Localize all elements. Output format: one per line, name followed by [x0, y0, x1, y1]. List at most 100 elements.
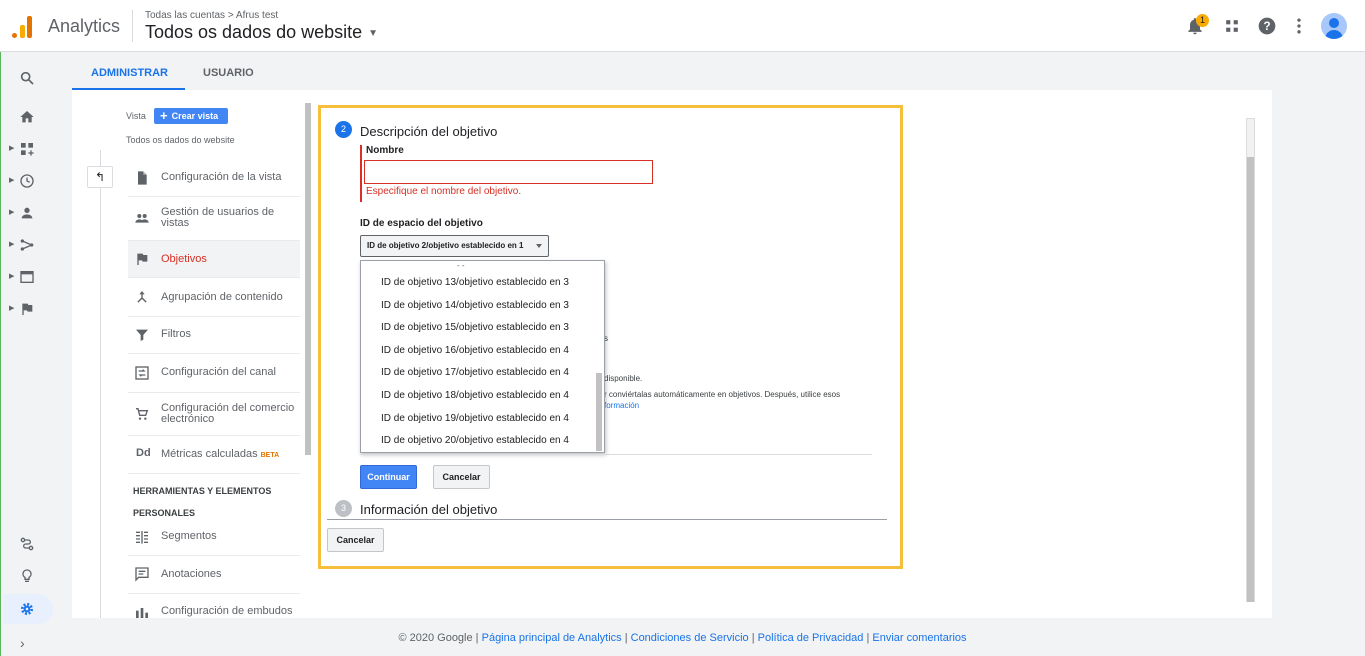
expand-arrow-icon[interactable]: ▶	[9, 272, 14, 280]
footer-link-terms[interactable]: Condiciones de Servicio	[631, 632, 749, 644]
goal-slot-select[interactable]: ID de objetivo 2/objetivo establecido en…	[360, 235, 549, 257]
footer-separator: |	[472, 632, 482, 644]
background-text: r conviértalas automáticamente en objeti…	[604, 390, 841, 399]
breadcrumb[interactable]: Todas las cuentas > Afrus test	[145, 10, 278, 21]
back-button[interactable]: ↰	[87, 166, 113, 188]
footer-link-feedback[interactable]: Enviar comentarios	[872, 632, 966, 644]
goal-slot-dropdown-list[interactable]: - - ID de objetivo 13/objetivo estableci…	[360, 260, 605, 453]
error-indicator-bar	[360, 145, 362, 202]
tools-section-header-2: PERSONALES	[133, 508, 196, 518]
dropdown-option[interactable]: ID de objetivo 17/objetivo establecido e…	[381, 367, 569, 378]
menu-item-channel-settings[interactable]: Configuración del canal	[128, 354, 300, 393]
realtime-icon[interactable]	[19, 173, 35, 189]
left-scrollbar[interactable]	[305, 103, 311, 455]
goal-slot-selected-value: ID de objetivo 2/objetivo establecido en…	[367, 241, 524, 250]
cancel-button[interactable]: Cancelar	[327, 528, 384, 552]
copyright: © 2020 Google	[398, 632, 473, 644]
acquisition-icon[interactable]	[19, 237, 35, 253]
expand-arrow-icon[interactable]: ▶	[9, 176, 14, 184]
expand-arrow-icon[interactable]: ▶	[9, 240, 14, 248]
menu-item-segments[interactable]: Segmentos	[128, 518, 300, 556]
dropdown-option[interactable]: ID de objetivo 19/objetivo establecido e…	[381, 413, 569, 424]
step-2-indicator: 2	[335, 121, 352, 138]
step-2-title: Descripción del objetivo	[360, 124, 498, 139]
continue-button[interactable]: Continuar	[360, 465, 417, 489]
apps-icon[interactable]	[1222, 16, 1242, 36]
customization-icon[interactable]	[19, 141, 35, 157]
menu-item-calculated-metrics[interactable]: Dd Métricas calculadas BETA	[128, 436, 300, 474]
dropdown-option[interactable]: ID de objetivo 20/objetivo establecido e…	[381, 435, 569, 446]
tools-section-header: HERRAMIENTAS Y ELEMENTOS	[133, 486, 272, 496]
menu-item-label: Agrupación de contenido	[161, 291, 283, 303]
background-text: disponible.	[604, 374, 643, 383]
goal-slot-label: ID de espacio del objetivo	[360, 218, 483, 229]
funnel-chart-icon	[136, 608, 148, 618]
dropdown-option[interactable]: ID de objetivo 13/objetivo establecido e…	[381, 277, 569, 288]
beta-badge: BETA	[260, 452, 280, 459]
divider	[360, 454, 872, 455]
menu-item-user-management[interactable]: Gestión de usuarios de vistas	[128, 197, 300, 241]
behavior-icon[interactable]	[19, 269, 35, 285]
view-name: Todos os dados do website	[126, 135, 235, 145]
caret-down-icon: ▼	[368, 27, 379, 39]
chevron-right-icon: >	[227, 10, 234, 21]
admin-tabs: ADMINISTRAR USUARIO	[72, 52, 1272, 90]
search-icon[interactable]	[19, 70, 35, 86]
cancel-step-button[interactable]: Cancelar	[433, 465, 490, 489]
tab-administrar[interactable]: ADMINISTRAR	[91, 67, 168, 79]
dropdown-option[interactable]: ID de objetivo 16/objetivo establecido e…	[381, 345, 569, 356]
users-icon	[135, 214, 149, 223]
breadcrumb-account[interactable]: Todas las cuentas	[145, 10, 225, 21]
menu-item-funnel-settings[interactable]: Configuración de embudos	[128, 594, 300, 618]
expand-arrow-icon[interactable]: ▶	[9, 144, 14, 152]
expand-arrow-icon[interactable]: ▶	[9, 304, 14, 312]
menu-item-filters[interactable]: Filtros	[128, 317, 300, 354]
audience-icon[interactable]	[19, 205, 35, 221]
admin-gear-icon[interactable]	[19, 601, 35, 617]
divider	[132, 10, 133, 42]
partial-option: - -	[457, 261, 465, 270]
footer: © 2020 Google | Página principal de Anal…	[0, 632, 1365, 644]
menu-item-annotations[interactable]: Anotaciones	[128, 556, 300, 594]
menu-item-content-grouping[interactable]: Agrupación de contenido	[128, 278, 300, 317]
menu-item-goals[interactable]: Objetivos	[128, 241, 300, 278]
menu-item-view-settings[interactable]: Configuración de la vista	[128, 160, 300, 197]
attribution-icon[interactable]	[19, 536, 35, 552]
menu-item-label: Configuración de la vista	[161, 171, 282, 183]
flag-icon	[137, 253, 148, 265]
annotation-icon	[135, 567, 149, 582]
more-info-link[interactable]: formación	[604, 401, 639, 410]
dropdown-option[interactable]: ID de objetivo 18/objetivo establecido e…	[381, 390, 569, 401]
create-view-button[interactable]: + Crear vista	[154, 108, 228, 124]
right-scrollbar-thumb[interactable]	[1247, 157, 1254, 602]
menu-item-label: Configuración de embudos	[161, 605, 293, 617]
dropdown-option[interactable]: ID de objetivo 15/objetivo establecido e…	[381, 322, 569, 333]
goal-name-input[interactable]	[364, 160, 653, 184]
menu-item-ecommerce[interactable]: Configuración del comercio electrónico	[128, 393, 300, 436]
app-name: Analytics	[48, 16, 121, 36]
tab-usuario[interactable]: USUARIO	[203, 67, 254, 79]
footer-link-privacy[interactable]: Política de Privacidad	[758, 632, 864, 644]
home-icon[interactable]	[19, 109, 35, 125]
expand-arrow-icon[interactable]: ▶	[9, 208, 14, 216]
plus-icon: +	[160, 108, 168, 123]
view-title[interactable]: Todos os dados do website	[145, 22, 362, 42]
menu-item-label: Filtros	[161, 328, 191, 340]
more-vert-icon[interactable]	[1289, 16, 1309, 36]
discover-icon[interactable]	[19, 568, 35, 584]
dropdown-scrollbar[interactable]	[596, 373, 602, 451]
dropdown-option[interactable]: ID de objetivo 14/objetivo establecido e…	[381, 300, 569, 311]
breadcrumb-property[interactable]: Afrus test	[236, 10, 278, 21]
view-selector[interactable]: Todos os dados do website ▼	[145, 22, 378, 43]
dd-icon: Dd	[136, 447, 151, 459]
help-icon[interactable]: ?	[1257, 16, 1277, 36]
create-view-label: Crear vista	[171, 111, 219, 121]
segments-icon	[136, 531, 148, 544]
account-avatar[interactable]	[1321, 13, 1347, 39]
conversions-icon[interactable]	[19, 301, 35, 317]
footer-link-home[interactable]: Página principal de Analytics	[482, 632, 622, 644]
merge-icon	[137, 291, 147, 303]
name-label: Nombre	[366, 145, 404, 156]
footer-separator: |	[748, 632, 758, 644]
step-3-title: Información del objetivo	[360, 502, 498, 517]
